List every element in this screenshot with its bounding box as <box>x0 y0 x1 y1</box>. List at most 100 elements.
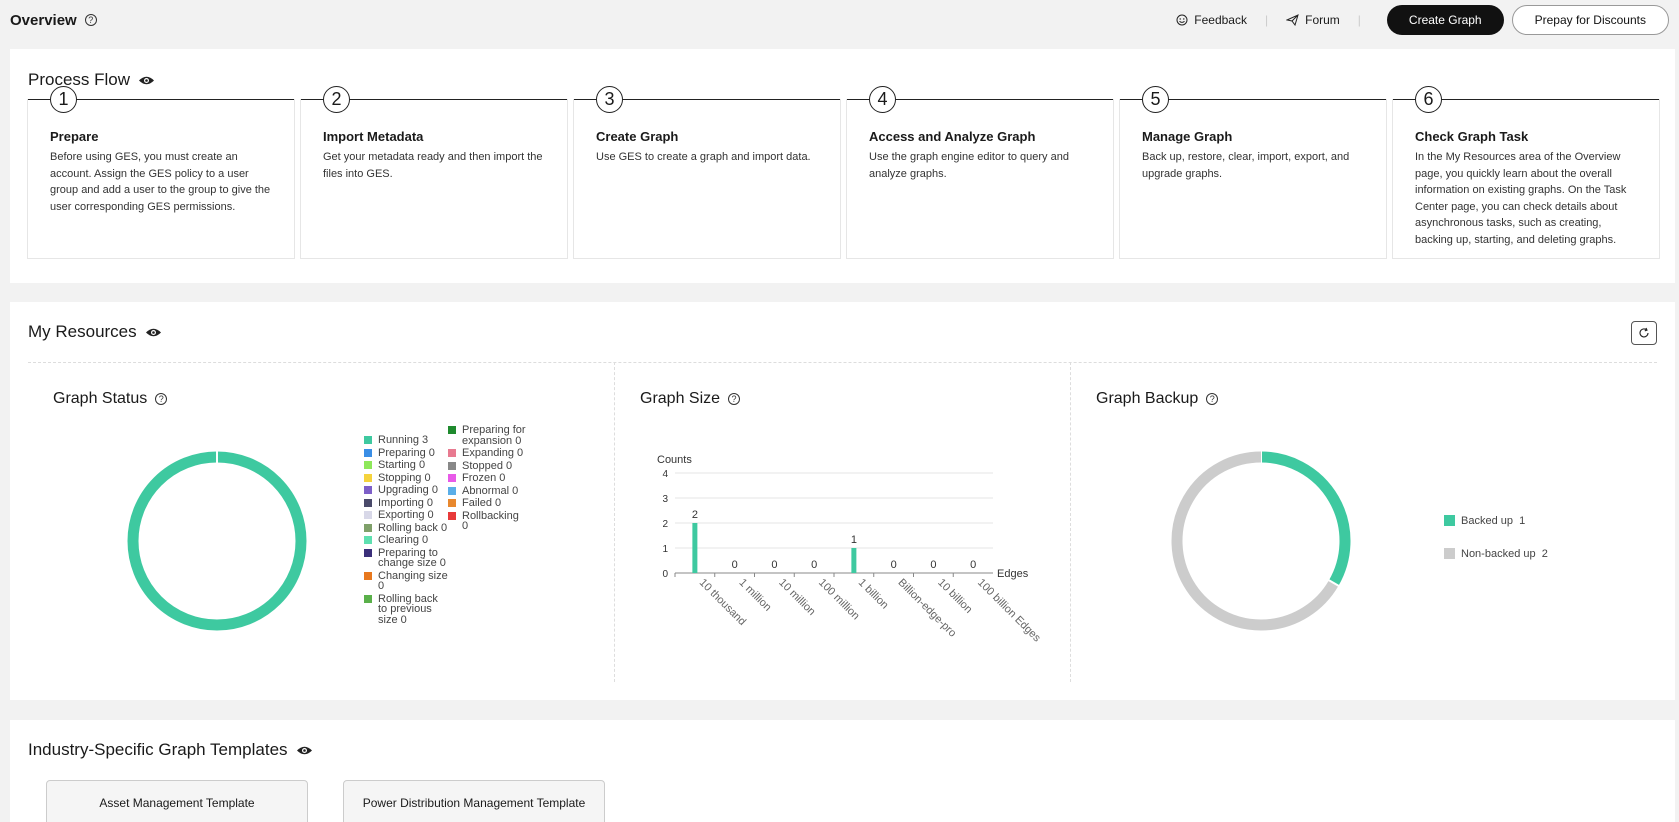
step-description: Use the graph engine editor to query and… <box>869 151 1069 180</box>
data-label: 2 <box>692 509 698 521</box>
y-tick-label: 0 <box>662 569 668 580</box>
legend-swatch <box>448 426 456 434</box>
power-distribution-template-button[interactable]: Power Distribution Management Template <box>343 780 605 822</box>
legend-item[interactable]: Stopped 0 <box>448 459 528 472</box>
legend-item[interactable]: Preparing for expansion 0 <box>448 425 528 446</box>
feedback-link[interactable]: Feedback <box>1176 13 1247 27</box>
legend-item[interactable]: Expanding 0 <box>448 448 528 459</box>
step-title: Import Metadata <box>323 129 424 144</box>
legend-swatch <box>364 448 372 457</box>
step-number: 1 <box>50 86 77 113</box>
legend-label: Rolling back to previous size 0 <box>378 592 438 626</box>
my-resources-title-text: My Resources <box>28 322 137 341</box>
graph-size-bar-chart: Counts01234210 thousand01 million010 mil… <box>657 454 1043 645</box>
help-icon[interactable]: ? <box>1206 393 1219 405</box>
step-title: Manage Graph <box>1142 129 1233 144</box>
legend-item[interactable]: Preparing to change size 0 <box>364 546 449 569</box>
legend-item[interactable]: Upgrading 0 <box>364 485 449 496</box>
legend-swatch <box>448 449 456 457</box>
legend-label: Preparing to change size 0 <box>378 546 446 569</box>
legend-item[interactable]: Non-backed up 2 <box>1444 547 1548 561</box>
data-label: 0 <box>811 559 817 571</box>
legend-swatch <box>364 436 372 444</box>
legend-label: Backed up 1 <box>1461 515 1526 527</box>
legend-item[interactable]: Failed 0 <box>448 498 528 509</box>
legend-label: Importing 0 <box>378 496 434 509</box>
my-resources-panel: My Resources Graph Status ? Running 3 Pre… <box>10 302 1675 700</box>
x-tick-label: 10 billion <box>935 577 974 616</box>
legend-label: Preparing for expansion 0 <box>462 424 526 447</box>
templates-title: Industry-Specific Graph Templates <box>28 740 313 760</box>
step-number: 3 <box>596 86 623 113</box>
separator: | <box>1357 13 1361 27</box>
separator: | <box>1264 13 1269 27</box>
templates-title-text: Industry-Specific Graph Templates <box>28 740 288 759</box>
legend-swatch <box>364 486 372 494</box>
y-axis-label: Counts <box>657 454 692 466</box>
eye-icon[interactable] <box>138 75 155 86</box>
asset-management-template-button[interactable]: Asset Management Template <box>46 780 308 822</box>
legend-swatch <box>364 571 372 580</box>
legend-item[interactable]: Rolling back to previous size 0 <box>364 592 449 626</box>
legend-label: Preparing 0 <box>378 446 435 459</box>
templates-panel: Industry-Specific Graph Templates Asset … <box>10 720 1675 822</box>
help-icon[interactable]: ? <box>155 393 168 405</box>
legend-item[interactable]: Changing size 0 <box>364 570 449 592</box>
legend-swatch <box>448 474 456 482</box>
graph-backup-legend: Backed up 1 Non-backed up 2 <box>1444 514 1548 580</box>
legend-item[interactable]: Rolling back 0 <box>364 521 449 534</box>
x-tick-label: 100 billion Edges <box>975 577 1043 645</box>
legend-label: Starting 0 <box>378 459 426 471</box>
prepay-button[interactable]: Prepay for Discounts <box>1511 5 1669 35</box>
legend-label: Stopped 0 <box>462 459 513 472</box>
step-title: Check Graph Task <box>1415 129 1529 144</box>
legend-item[interactable]: Stopping 0 <box>364 472 449 483</box>
legend-item[interactable]: Rollbacking 0 <box>448 510 528 532</box>
step-card: 2 Import Metadata Get your metadata read… <box>300 86 568 259</box>
pie-slice[interactable] <box>1260 451 1351 586</box>
x-tick-label: 10 million <box>776 577 817 618</box>
step-card: 3 Create Graph Use GES to create a graph… <box>573 86 841 259</box>
legend-swatch <box>364 594 372 603</box>
legend-item[interactable]: Backed up 1 <box>1444 514 1548 528</box>
my-resources-title: My Resources <box>28 322 162 342</box>
create-graph-button[interactable]: Create Graph <box>1386 5 1504 35</box>
graph-size-title: Graph Size ? <box>640 390 741 408</box>
eye-icon[interactable] <box>296 745 313 756</box>
help-icon[interactable]: ? <box>84 14 97 26</box>
legend-item[interactable]: Running 3 <box>364 435 449 446</box>
legend-item[interactable]: Frozen 0 <box>448 473 528 484</box>
graph-backup-donut <box>1171 450 1351 631</box>
legend-item[interactable]: Clearing 0 <box>364 535 449 546</box>
step-description: Get your metadata ready and then import … <box>323 151 543 180</box>
legend-label: Running 3 <box>378 434 429 446</box>
data-label: 0 <box>732 559 738 571</box>
legend-swatch <box>1444 548 1455 559</box>
legend-item[interactable]: Exporting 0 <box>364 510 449 521</box>
pie-slice[interactable] <box>1171 451 1339 631</box>
legend-label: Expanding 0 <box>462 447 524 459</box>
legend-label: Frozen 0 <box>462 472 506 484</box>
legend-label: Exporting 0 <box>378 509 434 521</box>
legend-label: Clearing 0 <box>378 534 429 546</box>
forum-link[interactable]: Forum <box>1286 13 1340 27</box>
step-card: 1 Prepare Before using GES, you must cre… <box>27 86 295 259</box>
graph-status-donut <box>127 451 307 631</box>
help-icon[interactable]: ? <box>728 393 741 405</box>
eye-icon[interactable] <box>145 327 162 338</box>
step-card: 5 Manage Graph Back up, restore, clear, … <box>1119 86 1387 259</box>
legend-item[interactable]: Importing 0 <box>364 496 449 509</box>
legend-swatch <box>448 486 456 495</box>
legend-item[interactable]: Starting 0 <box>364 460 449 471</box>
send-icon <box>1286 14 1299 26</box>
bar[interactable] <box>851 548 857 573</box>
bar[interactable] <box>692 523 698 573</box>
legend-label: Abnormal 0 <box>462 484 519 497</box>
graph-status-legend: Running 3 Preparing 0 Starting 0 Stopping 0… <box>364 435 449 627</box>
legend-swatch <box>364 536 372 544</box>
legend-item[interactable]: Abnormal 0 <box>448 484 528 497</box>
legend-item[interactable]: Preparing 0 <box>364 446 449 459</box>
refresh-button[interactable] <box>1631 321 1657 345</box>
legend-label: Rolling back 0 <box>378 521 448 534</box>
graph-status-title-text: Graph Status <box>53 390 148 407</box>
